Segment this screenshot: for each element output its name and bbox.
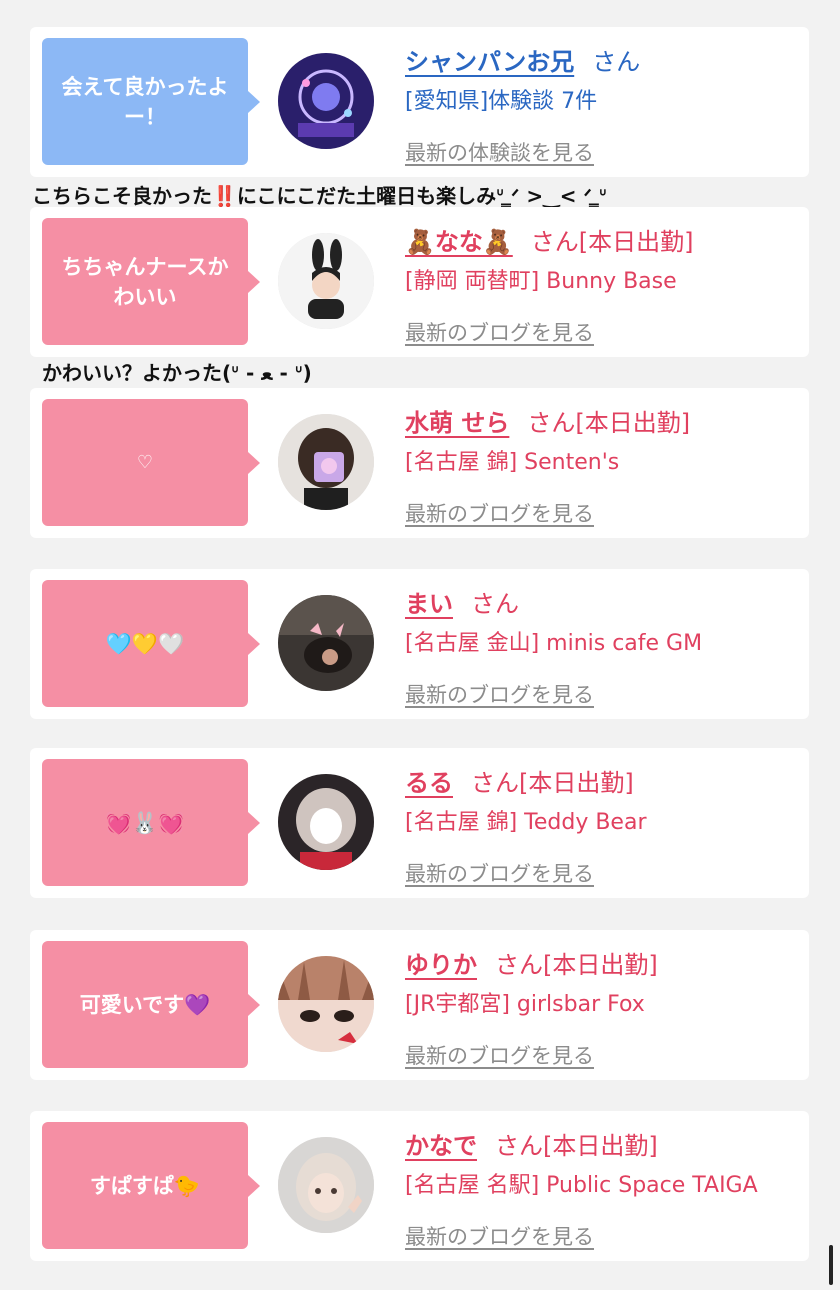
avatar[interactable] — [278, 956, 374, 1052]
avatar[interactable] — [278, 774, 374, 870]
latest-blog-link[interactable]: 最新のブログを見る — [405, 498, 799, 528]
latest-blog-link[interactable]: 最新のブログを見る — [405, 679, 799, 709]
honorific-status: さん[本日出勤] — [527, 409, 691, 437]
reply-comment: かわいい？よかった(ᐡ - ﻌ - ᐡ) — [42, 361, 312, 385]
avatar[interactable] — [278, 595, 374, 691]
cast-name-link[interactable]: まい — [405, 584, 453, 619]
honorific-status: さん[本日出勤] — [530, 228, 694, 256]
review-card: ちちゃんナースかわいい 🧸なな🧸 さん[本日出勤] [静岡 両替町] Bunny… — [30, 207, 809, 357]
comment-bubble: ♡ — [42, 399, 260, 526]
avatar[interactable] — [278, 233, 374, 329]
review-card: 会えて良かったよー！ シャンパンお兄 さん [愛知県]体験談 7件 最新の体験談… — [30, 27, 809, 177]
honorific: さん — [471, 590, 519, 618]
honorific-status: さん[本日出勤] — [495, 951, 658, 979]
cast-name-link[interactable]: 🧸なな🧸 — [405, 222, 513, 257]
honorific-status: さん[本日出勤] — [471, 769, 634, 797]
shop-info: [名古屋 錦] Senten's — [405, 450, 620, 475]
avatar[interactable] — [278, 53, 374, 149]
cast-name-link[interactable]: かなで — [405, 1126, 477, 1161]
reviewer-name-link[interactable]: シャンパンお兄 — [405, 42, 574, 77]
comment-bubble: 会えて良かったよー！ — [42, 38, 260, 165]
shop-info: [愛知県]体験談 7件 — [405, 89, 598, 114]
reply-comment: こちらこそ良かった‼️にこにこだた土曜日も楽しみᐡ ̳ᐟ >‿< ᐟ ̳ᐡ — [32, 184, 607, 208]
scrollbar[interactable] — [829, 1245, 833, 1285]
comment-bubble: 💓🐰💓 — [42, 759, 260, 886]
honorific-status: さん[本日出勤] — [495, 1132, 658, 1160]
review-card: 💓🐰💓 るる さん[本日出勤] [名古屋 錦] Teddy Bear 最新のブロ… — [30, 748, 809, 898]
avatar[interactable] — [278, 414, 374, 510]
cast-name-link[interactable]: るる — [405, 763, 453, 798]
review-card: ♡ 水萌 せら さん[本日出勤] [名古屋 錦] Senten's 最新のブログ… — [30, 388, 809, 538]
review-card: 可愛いです💜 ゆりか さん[本日出勤] [JR宇都宮] girlsbar Fox… — [30, 930, 809, 1080]
review-card: すぱすぱ🐤 かなで さん[本日出勤] [名古屋 名駅] Public Space… — [30, 1111, 809, 1261]
avatar[interactable] — [278, 1137, 374, 1233]
shop-info: [名古屋 錦] Teddy Bear — [405, 810, 647, 835]
shop-info: [名古屋 金山] minis cafe GM — [405, 631, 703, 656]
shop-info: [静岡 両替町] Bunny Base — [405, 269, 677, 294]
latest-blog-link[interactable]: 最新のブログを見る — [405, 1221, 799, 1251]
comment-bubble: ちちゃんナースかわいい — [42, 218, 260, 345]
cast-name-link[interactable]: 水萌 せら — [405, 403, 509, 438]
comment-bubble: 可愛いです💜 — [42, 941, 260, 1068]
comment-bubble: すぱすぱ🐤 — [42, 1122, 260, 1249]
comment-bubble: 🩵💛🤍 — [42, 580, 260, 707]
latest-blog-link[interactable]: 最新のブログを見る — [405, 858, 799, 888]
latest-blog-link[interactable]: 最新のブログを見る — [405, 1040, 799, 1070]
honorific: さん — [592, 48, 641, 76]
cast-name-link[interactable]: ゆりか — [405, 945, 477, 980]
latest-link[interactable]: 最新の体験談を見る — [405, 137, 799, 167]
latest-blog-link[interactable]: 最新のブログを見る — [405, 317, 799, 347]
shop-info: [名古屋 名駅] Public Space TAIGA — [405, 1173, 758, 1198]
review-card: 🩵💛🤍 まい さん [名古屋 金山] minis cafe GM 最新のブログを… — [30, 569, 809, 719]
shop-info: [JR宇都宮] girlsbar Fox — [405, 992, 645, 1017]
